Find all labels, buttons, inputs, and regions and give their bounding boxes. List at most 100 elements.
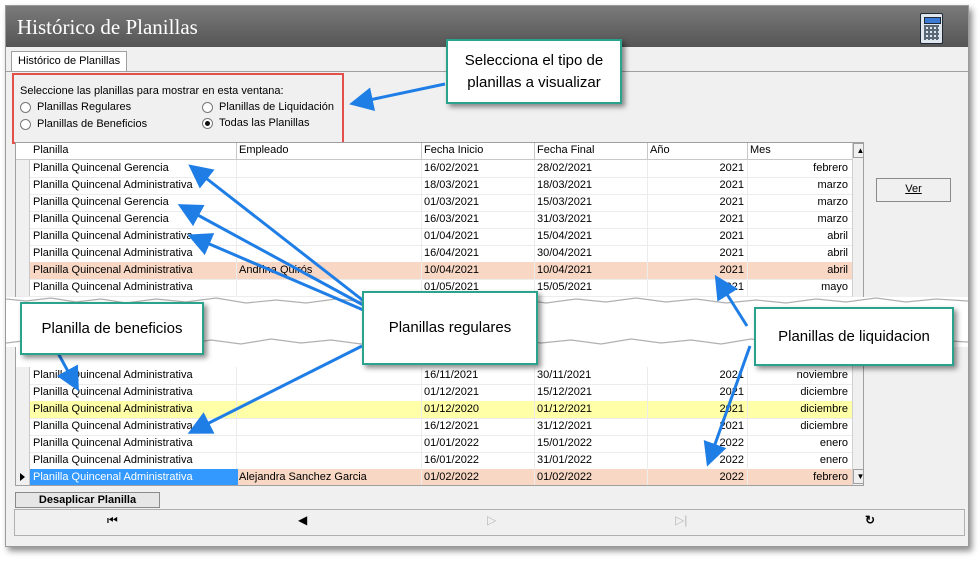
cell-final: 15/12/2021 <box>537 386 593 398</box>
window-title: Histórico de Planillas <box>17 15 198 39</box>
refresh-icon[interactable]: ↻ <box>865 513 875 527</box>
row-indicator[interactable] <box>16 160 30 177</box>
desaplicar-planilla-button[interactable]: Desaplicar Planilla <box>15 492 160 508</box>
cell-anio: 2021 <box>719 420 744 432</box>
cell-inicio: 01/04/2021 <box>424 230 480 242</box>
tab-historico[interactable]: Histórico de Planillas <box>11 51 128 71</box>
col-anio[interactable]: Año <box>650 144 670 156</box>
table-row[interactable]: Planilla Quincenal Administrativa Alejand… <box>16 469 863 485</box>
table-row[interactable]: Planilla Quincenal Administrativa 16/04/2… <box>16 245 863 263</box>
cell-final: 15/04/2021 <box>537 230 593 242</box>
cell-anio: 2021 <box>719 179 744 191</box>
cell-mes: diciembre <box>800 420 848 432</box>
cell-final: 15/03/2021 <box>537 196 593 208</box>
cell-anio: 2021 <box>719 213 744 225</box>
cell-inicio: 18/03/2021 <box>424 179 480 191</box>
cell-mes: enero <box>819 454 848 466</box>
row-indicator[interactable] <box>16 194 30 211</box>
col-fecha-inicio[interactable]: Fecha Inicio <box>424 144 483 156</box>
radio-beneficios[interactable]: Planillas de Beneficios <box>20 118 147 130</box>
cell-mes: abril <box>827 247 848 259</box>
table-row[interactable]: Planilla Quincenal Administrativa 01/12/2… <box>16 384 863 402</box>
first-record-icon[interactable]: ⏮ <box>107 513 118 528</box>
cell-planilla: Planilla Quincenal Gerencia <box>33 162 169 174</box>
prev-record-icon[interactable]: ◀ <box>298 513 307 527</box>
cell-mes: noviembre <box>796 369 848 381</box>
cell-planilla: Planilla Quincenal Administrativa <box>33 386 193 398</box>
cell-inicio: 10/04/2021 <box>424 264 480 276</box>
cell-mes: enero <box>819 437 848 449</box>
table-row[interactable]: Planilla Quincenal Administrativa 18/03/2… <box>16 177 863 195</box>
callout-tipo: Selecciona el tipo de planillas a visual… <box>446 39 622 104</box>
table-row[interactable]: Planilla Quincenal Administrativa 16/11/2… <box>16 367 863 385</box>
scroll-down-icon[interactable]: ▼ <box>853 469 863 484</box>
cell-inicio: 01/02/2022 <box>424 471 480 483</box>
cell-anio: 2021 <box>719 369 744 381</box>
last-record-icon[interactable]: ▷| <box>675 513 687 527</box>
table-row[interactable]: Planilla Quincenal Gerencia 01/03/2021 15/… <box>16 194 863 212</box>
row-indicator[interactable] <box>16 469 30 485</box>
cell-anio: 2022 <box>719 471 744 483</box>
table-row[interactable]: Planilla Quincenal Administrativa 01/04/2… <box>16 228 863 246</box>
col-planilla[interactable]: Planilla <box>33 144 68 156</box>
cell-planilla: Planilla Quincenal Administrativa <box>30 469 238 485</box>
scroll-up-icon[interactable]: ▲ <box>853 143 863 158</box>
cell-inicio: 16/11/2021 <box>424 369 479 381</box>
radio-regulares[interactable]: Planillas Regulares <box>20 101 131 113</box>
cell-final: 01/02/2022 <box>537 471 593 483</box>
cell-final: 31/12/2021 <box>537 420 593 432</box>
table-row[interactable]: Planilla Quincenal Administrativa 01/01/2… <box>16 435 863 453</box>
callout-regulares: Planillas regulares <box>362 291 538 365</box>
cell-inicio: 01/03/2021 <box>424 196 480 208</box>
cell-planilla: Planilla Quincenal Administrativa <box>33 454 193 466</box>
cell-inicio: 16/04/2021 <box>424 247 480 259</box>
row-indicator[interactable] <box>16 435 30 452</box>
cell-mes: abril <box>827 230 848 242</box>
callout-liquidacion: Planillas de liquidacion <box>754 307 954 366</box>
row-indicator[interactable] <box>16 177 30 194</box>
col-empleado[interactable]: Empleado <box>239 144 289 156</box>
row-indicator[interactable] <box>16 262 30 279</box>
row-indicator[interactable] <box>16 452 30 469</box>
table-row[interactable]: Planilla Quincenal Administrativa 16/12/2… <box>16 418 863 436</box>
planilla-type-selector: Seleccione las planillas para mostrar en… <box>12 73 344 144</box>
table-row[interactable]: Planilla Quincenal Administrativa Andrina… <box>16 262 863 280</box>
radio-liquidacion[interactable]: Planillas de Liquidación <box>202 101 334 113</box>
cell-mes: diciembre <box>800 386 848 398</box>
cell-planilla: Planilla Quincenal Gerencia <box>33 196 169 208</box>
cell-anio: 2021 <box>719 264 744 276</box>
row-indicator[interactable] <box>16 211 30 228</box>
row-indicator[interactable] <box>16 384 30 401</box>
cell-planilla: Planilla Quincenal Administrativa <box>33 179 193 191</box>
row-indicator[interactable] <box>16 367 30 384</box>
row-indicator[interactable] <box>16 245 30 262</box>
row-indicator[interactable] <box>16 228 30 245</box>
table-row[interactable]: Planilla Quincenal Administrativa 01/12/2… <box>16 401 863 419</box>
table-row[interactable]: Planilla Quincenal Administrativa 16/01/2… <box>16 452 863 470</box>
cell-inicio: 16/03/2021 <box>424 213 480 225</box>
col-mes[interactable]: Mes <box>750 144 771 156</box>
cell-final: 15/01/2022 <box>537 437 593 449</box>
cell-anio: 2021 <box>719 162 744 174</box>
row-indicator[interactable] <box>16 401 30 418</box>
cell-planilla: Planilla Quincenal Administrativa <box>33 369 193 381</box>
cell-inicio: 01/01/2022 <box>424 437 480 449</box>
row-indicator[interactable] <box>16 418 30 435</box>
radio-icon <box>20 101 31 113</box>
cell-mes: diciembre <box>800 403 848 415</box>
table-row[interactable]: Planilla Quincenal Gerencia 16/03/2021 31/… <box>16 211 863 229</box>
cell-mes: febrero <box>813 162 848 174</box>
cell-anio: 2022 <box>719 437 744 449</box>
radio-todas[interactable]: Todas las Planillas <box>202 117 310 129</box>
cell-final: 30/04/2021 <box>537 247 593 259</box>
cell-planilla: Planilla Quincenal Administrativa <box>33 403 193 415</box>
cell-final: 10/04/2021 <box>537 264 593 276</box>
next-record-icon[interactable]: ▷ <box>487 513 496 527</box>
row-indicator[interactable] <box>16 279 30 296</box>
calculator-icon[interactable] <box>920 13 943 44</box>
col-fecha-final[interactable]: Fecha Final <box>537 144 594 156</box>
cell-planilla: Planilla Quincenal Administrativa <box>33 247 193 259</box>
table-row[interactable]: Planilla Quincenal Gerencia 16/02/2021 28/… <box>16 160 863 178</box>
ver-button[interactable]: Ver <box>876 178 951 202</box>
cell-inicio: 16/02/2021 <box>424 162 480 174</box>
